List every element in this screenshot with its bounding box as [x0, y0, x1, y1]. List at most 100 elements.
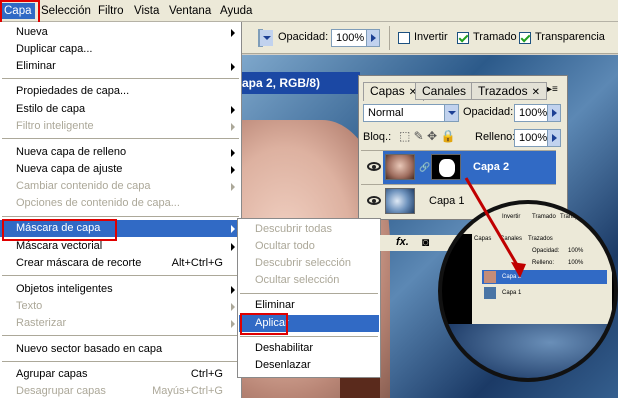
submenu-arrow-icon — [231, 183, 235, 191]
menu-item-label: Nueva capa de relleno — [16, 146, 127, 158]
menu-item-recorte[interactable]: Crear máscara de recorte Alt+Ctrl+G — [0, 255, 241, 272]
submenu-item-ocultar-seleccion: Ocultar selección — [255, 274, 340, 286]
layer-thumbnail[interactable] — [385, 154, 415, 180]
menu-item-label: Desagrupar capas — [16, 385, 106, 397]
fill-field[interactable]: 100% — [514, 129, 548, 147]
lock-icons[interactable]: ⬚ ✎ ✥ 🔒 — [399, 129, 455, 143]
fill-arrow[interactable] — [547, 129, 561, 147]
menu-item-nueva[interactable]: Nueva — [0, 24, 241, 41]
transparencia-checkbox[interactable] — [519, 32, 531, 44]
panel-menu-icon[interactable]: ▸≡ — [547, 84, 558, 95]
zoom-opacity-label: Opacidad: — [532, 248, 560, 254]
tab-capas-label: Capas — [370, 84, 405, 98]
menu-item-label: Nuevo sector basado en capa — [16, 343, 163, 355]
submenu-item-descubrir-todas: Descubrir todas — [255, 223, 333, 235]
layer-thumbnail[interactable] — [385, 188, 415, 214]
menu-filtro[interactable]: Filtro — [95, 3, 127, 19]
submenu-arrow-icon — [231, 243, 235, 251]
zoom-layer-thumbnail — [484, 287, 496, 299]
submenu-arrow-icon — [231, 166, 235, 174]
chevron-down-icon[interactable] — [444, 105, 458, 121]
menu-item-sector[interactable]: Nuevo sector basado en capa — [0, 341, 241, 358]
separator — [2, 361, 239, 362]
fx-button[interactable]: fx. — [396, 236, 409, 248]
opacity-label: Opacidad: — [463, 106, 514, 118]
menu-capa[interactable]: Capa — [1, 3, 35, 19]
lock-label: Bloq.: — [363, 131, 392, 143]
tramado-checkbox[interactable] — [457, 32, 469, 44]
menu-ayuda[interactable]: Ayuda — [217, 3, 255, 19]
menu-item-relleno[interactable]: Nueva capa de relleno — [0, 144, 241, 161]
menu-item-label: Texto — [16, 300, 43, 312]
invertir-label: Invertir — [414, 31, 448, 43]
separator — [240, 293, 378, 294]
separator — [2, 216, 239, 217]
blend-mode-select[interactable]: Normal — [363, 104, 459, 122]
submenu-item-desenlazar[interactable]: Desenlazar — [239, 357, 379, 374]
menu-item-duplicar[interactable]: Duplicar capa... — [0, 41, 241, 58]
zoom-layer-thumbnail — [484, 271, 496, 283]
separator — [240, 336, 378, 337]
submenu-arrow-icon — [231, 303, 235, 311]
menu-item-estilo[interactable]: Estilo de capa — [0, 101, 241, 118]
zoom-background-image — [442, 324, 614, 378]
submenu-item-eliminar[interactable]: Eliminar — [239, 297, 379, 314]
menu-item-mascara-vectorial[interactable]: Máscara vectorial — [0, 238, 241, 255]
layer-name[interactable]: Capa 2 — [473, 161, 509, 173]
mask-shape — [439, 159, 455, 177]
layer-opacity-field[interactable]: 100% — [514, 104, 548, 122]
submenu-arrow-icon — [231, 123, 235, 131]
shortcut-label: Alt+Ctrl+G — [171, 257, 223, 269]
submenu-arrow-icon — [231, 29, 235, 37]
shortcut-label: Ctrl+G — [190, 368, 223, 380]
eye-icon[interactable] — [367, 196, 381, 205]
tab-trazados-label: Trazados — [478, 84, 528, 98]
menu-item-eliminar[interactable]: Eliminar — [0, 58, 241, 75]
opacity-arrow-button[interactable] — [366, 29, 380, 47]
menu-item-cambiar: Cambiar contenido de capa — [0, 178, 241, 195]
menu-item-agrupar[interactable]: Agrupar capas Ctrl+G — [0, 366, 241, 383]
menu-seleccion[interactable]: Selección — [38, 3, 94, 19]
separator — [2, 335, 239, 336]
separator — [2, 275, 239, 276]
menu-bar: Capa Selección Filtro Vista Ventana Ayud… — [0, 0, 618, 22]
link-icon[interactable]: 🔗 — [419, 162, 430, 173]
mask-thumbnail[interactable] — [431, 154, 461, 180]
mask-button-icon[interactable]: ◙ — [422, 235, 429, 249]
invertir-checkbox[interactable] — [398, 32, 410, 44]
menu-item-label: Agrupar capas — [16, 368, 88, 380]
options-combo[interactable] — [258, 29, 273, 47]
submenu-arrow-icon — [231, 225, 235, 233]
transparencia-label: Transparencia — [535, 31, 605, 43]
menu-item-label: Máscara vectorial — [16, 240, 103, 252]
blend-mode-value: Normal — [368, 107, 404, 119]
menu-item-propiedades[interactable]: Propiedades de capa... — [0, 83, 241, 100]
zoom-layer-name: Capa 1 — [502, 290, 522, 296]
layers-panel: Capas✕ Canales✕ Trazados✕ ▸≡ Normal Opac… — [358, 75, 568, 220]
zoom-fill-label: Relleno: — [532, 260, 555, 266]
submenu-arrow-icon — [231, 106, 235, 114]
close-icon[interactable]: ✕ — [532, 87, 540, 98]
tab-trazados[interactable]: Trazados ✕ — [471, 82, 547, 100]
menu-item-ajuste[interactable]: Nueva capa de ajuste — [0, 161, 241, 178]
submenu-item-aplicar[interactable]: Aplicar — [239, 315, 379, 332]
menu-item-mascara-capa[interactable]: Máscara de capa — [0, 220, 241, 237]
menu-item-objetos[interactable]: Objetos inteligentes — [0, 281, 241, 298]
menu-item-label: Máscara de capa — [16, 222, 101, 234]
menu-item-label: Duplicar capa... — [16, 43, 93, 55]
fill-label: Relleno: — [475, 131, 516, 143]
options-opacity-label: Opacidad: — [278, 31, 329, 43]
options-opacity-field[interactable]: 100% — [331, 29, 371, 47]
layer-row[interactable]: 🔗 Capa 2 — [361, 150, 556, 185]
layer-opacity-arrow[interactable] — [547, 104, 561, 122]
menu-ventana[interactable]: Ventana — [166, 3, 214, 19]
menu-vista[interactable]: Vista — [131, 3, 162, 19]
submenu-item-deshabilitar[interactable]: Deshabilitar — [239, 340, 379, 357]
submenu-arrow-icon — [231, 320, 235, 328]
chevron-down-icon[interactable] — [259, 30, 273, 46]
document-title: apa 2, RGB/8) — [240, 72, 360, 94]
eye-icon[interactable] — [367, 162, 381, 171]
menu-item-label: Rasterizar — [16, 317, 67, 329]
menu-item-label: Propiedades de capa... — [16, 85, 130, 97]
menu-item-label: Nueva — [16, 26, 48, 38]
